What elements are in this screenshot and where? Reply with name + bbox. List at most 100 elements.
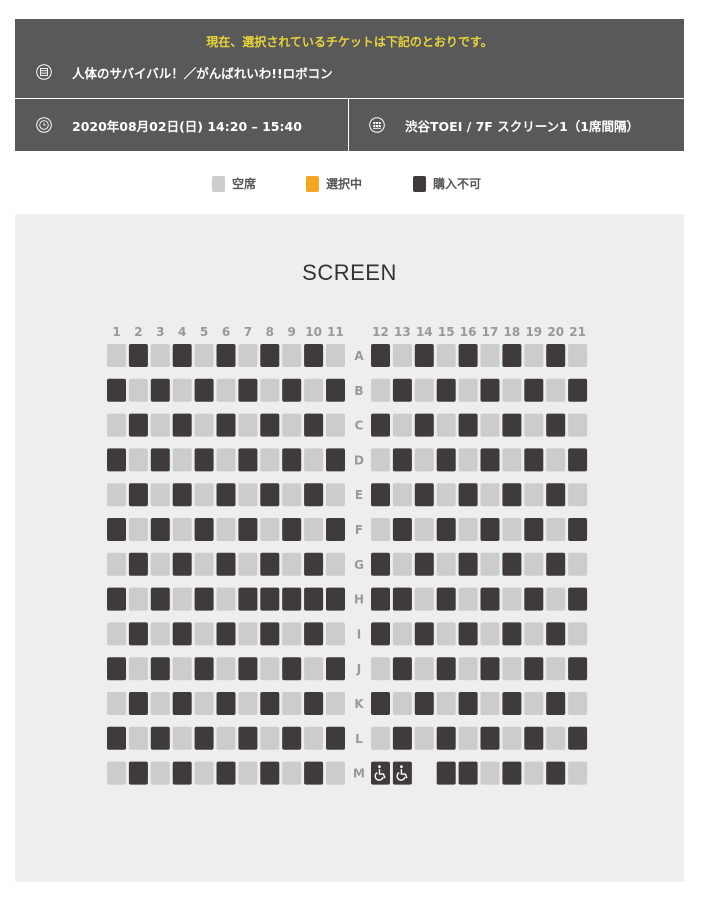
seat-available[interactable] [524, 344, 544, 367]
seat[interactable] [436, 622, 456, 646]
seat-available[interactable] [502, 518, 522, 541]
seat-available[interactable] [238, 761, 258, 785]
seat[interactable] [568, 552, 588, 576]
seat[interactable] [172, 657, 192, 681]
seat-available[interactable] [371, 726, 390, 750]
seat-available[interactable] [502, 448, 522, 472]
seat[interactable] [392, 552, 412, 576]
seat-available[interactable] [326, 622, 345, 646]
seat[interactable] [436, 552, 456, 576]
seat[interactable] [458, 657, 478, 681]
seat[interactable] [326, 552, 345, 576]
seat-available[interactable] [568, 413, 588, 437]
seat-available[interactable] [128, 657, 148, 681]
seat[interactable] [282, 761, 302, 785]
seat-available[interactable] [107, 344, 126, 367]
seat[interactable] [392, 413, 412, 437]
seat[interactable] [568, 761, 588, 785]
seat[interactable] [107, 622, 126, 646]
seat-available[interactable] [436, 483, 456, 507]
seat-available[interactable] [282, 622, 302, 646]
seat[interactable] [436, 344, 456, 367]
seat[interactable] [150, 761, 170, 785]
seat[interactable] [216, 378, 236, 402]
seat-available[interactable] [304, 518, 324, 541]
seat[interactable] [216, 726, 236, 750]
seat[interactable] [238, 761, 258, 785]
seat[interactable] [414, 448, 434, 472]
seat[interactable] [194, 344, 214, 367]
seat[interactable] [546, 726, 566, 750]
seat[interactable] [282, 344, 302, 367]
seat[interactable] [392, 692, 412, 715]
seat[interactable] [107, 483, 126, 507]
seat-available[interactable] [568, 692, 588, 715]
seat[interactable] [568, 622, 588, 646]
seat-available[interactable] [260, 657, 280, 681]
seat-available[interactable] [392, 344, 412, 367]
seat[interactable] [436, 483, 456, 507]
seat[interactable] [480, 344, 500, 367]
seat-available[interactable] [524, 413, 544, 437]
seat-available[interactable] [172, 518, 192, 541]
seat[interactable] [172, 378, 192, 402]
seat[interactable] [282, 413, 302, 437]
seat[interactable] [546, 657, 566, 681]
seat[interactable] [524, 761, 544, 785]
seat-available[interactable] [480, 483, 500, 507]
seat-available[interactable] [414, 587, 434, 611]
seat[interactable] [304, 657, 324, 681]
seat[interactable] [172, 448, 192, 472]
seat-available[interactable] [282, 761, 302, 785]
seat-available[interactable] [282, 413, 302, 437]
seat-available[interactable] [546, 518, 566, 541]
seat[interactable] [150, 413, 170, 437]
seat-available[interactable] [238, 622, 258, 646]
seat[interactable] [524, 552, 544, 576]
seat[interactable] [326, 622, 345, 646]
seat[interactable] [107, 761, 126, 785]
seat[interactable] [436, 692, 456, 715]
seat[interactable] [282, 483, 302, 507]
seat[interactable] [304, 448, 324, 472]
seat-available[interactable] [107, 413, 126, 437]
seat-available[interactable] [480, 344, 500, 367]
seat-available[interactable] [568, 552, 588, 576]
seat[interactable] [414, 726, 434, 750]
seat-available[interactable] [216, 587, 236, 611]
seat-available[interactable] [304, 378, 324, 402]
seat-available[interactable] [524, 761, 544, 785]
seat[interactable] [216, 518, 236, 541]
seat-available[interactable] [238, 552, 258, 576]
seat[interactable] [326, 483, 345, 507]
seat[interactable] [371, 657, 390, 681]
seat-available[interactable] [480, 552, 500, 576]
seat-available[interactable] [172, 378, 192, 402]
seat-available[interactable] [150, 483, 170, 507]
seat-available[interactable] [436, 622, 456, 646]
seat[interactable] [568, 344, 588, 367]
seat[interactable] [128, 587, 148, 611]
seat[interactable] [238, 483, 258, 507]
seat-available[interactable] [546, 378, 566, 402]
seat-available[interactable] [194, 761, 214, 785]
seat[interactable] [107, 552, 126, 576]
seat-available[interactable] [371, 378, 390, 402]
seat-available[interactable] [326, 552, 345, 576]
seat[interactable] [238, 413, 258, 437]
seat-available[interactable] [458, 378, 478, 402]
seat[interactable] [458, 518, 478, 541]
seat[interactable] [480, 552, 500, 576]
seat-available[interactable] [546, 726, 566, 750]
seat[interactable] [546, 587, 566, 611]
seat-available[interactable] [392, 552, 412, 576]
seat[interactable] [282, 552, 302, 576]
seat-available[interactable] [216, 518, 236, 541]
seat[interactable] [524, 483, 544, 507]
seat[interactable] [216, 448, 236, 472]
seat[interactable] [216, 587, 236, 611]
seat[interactable] [260, 448, 280, 472]
seat-available[interactable] [458, 726, 478, 750]
seat-available[interactable] [458, 448, 478, 472]
seat-available[interactable] [502, 657, 522, 681]
